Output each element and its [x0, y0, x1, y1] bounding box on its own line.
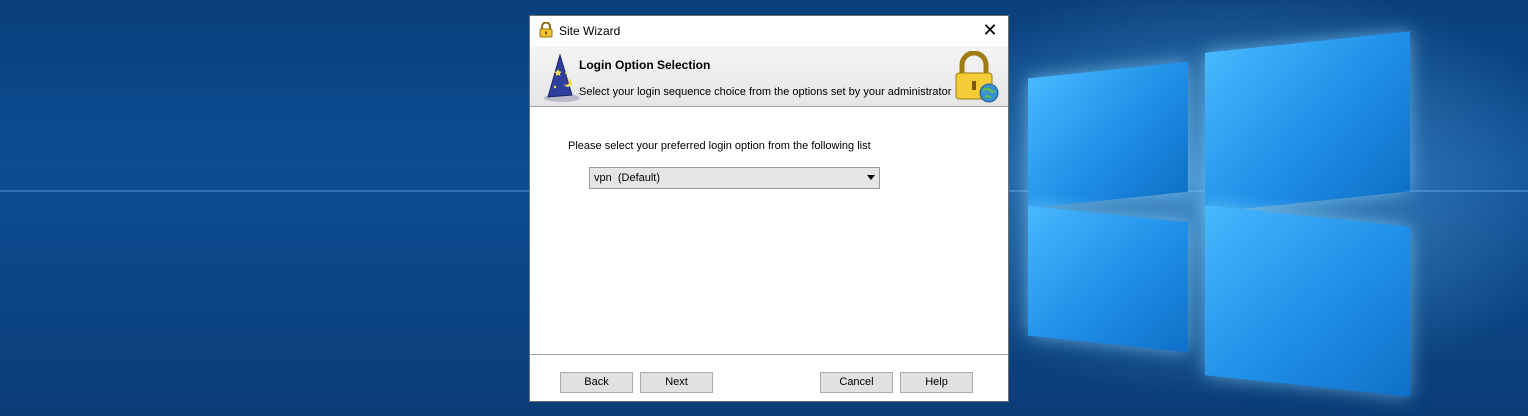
- windows-logo: [1010, 0, 1528, 416]
- next-button[interactable]: Next: [640, 372, 713, 393]
- logo-pane: [1205, 205, 1410, 397]
- close-icon: ✕: [982, 20, 998, 40]
- chevron-down-icon: [867, 175, 875, 180]
- title-bar[interactable]: Site Wizard ✕: [530, 16, 1008, 46]
- login-option-selected: vpn (Default): [594, 172, 661, 184]
- help-button[interactable]: Help: [900, 372, 973, 393]
- window-title: Site Wizard: [559, 24, 621, 38]
- site-wizard-dialog: Site Wizard ✕ Login Option Selection Sel…: [529, 15, 1009, 402]
- lock-icon: [539, 22, 553, 38]
- login-option-prompt: Please select your preferred login optio…: [568, 140, 871, 152]
- logo-pane: [1028, 61, 1188, 209]
- back-button[interactable]: Back: [560, 372, 633, 393]
- header-subtitle: Select your login sequence choice from t…: [579, 86, 952, 98]
- lock-globe-icon: [955, 51, 999, 103]
- header-title: Login Option Selection: [579, 58, 711, 72]
- login-option-dropdown[interactable]: vpn (Default): [589, 167, 880, 189]
- cancel-button[interactable]: Cancel: [820, 372, 893, 393]
- footer-divider: [530, 354, 1008, 355]
- logo-pane: [1028, 205, 1188, 353]
- logo-pane: [1205, 31, 1410, 213]
- close-button[interactable]: ✕: [972, 16, 1008, 46]
- wizard-header: Login Option Selection Select your login…: [530, 46, 1008, 107]
- wizard-hat-icon: [544, 53, 580, 102]
